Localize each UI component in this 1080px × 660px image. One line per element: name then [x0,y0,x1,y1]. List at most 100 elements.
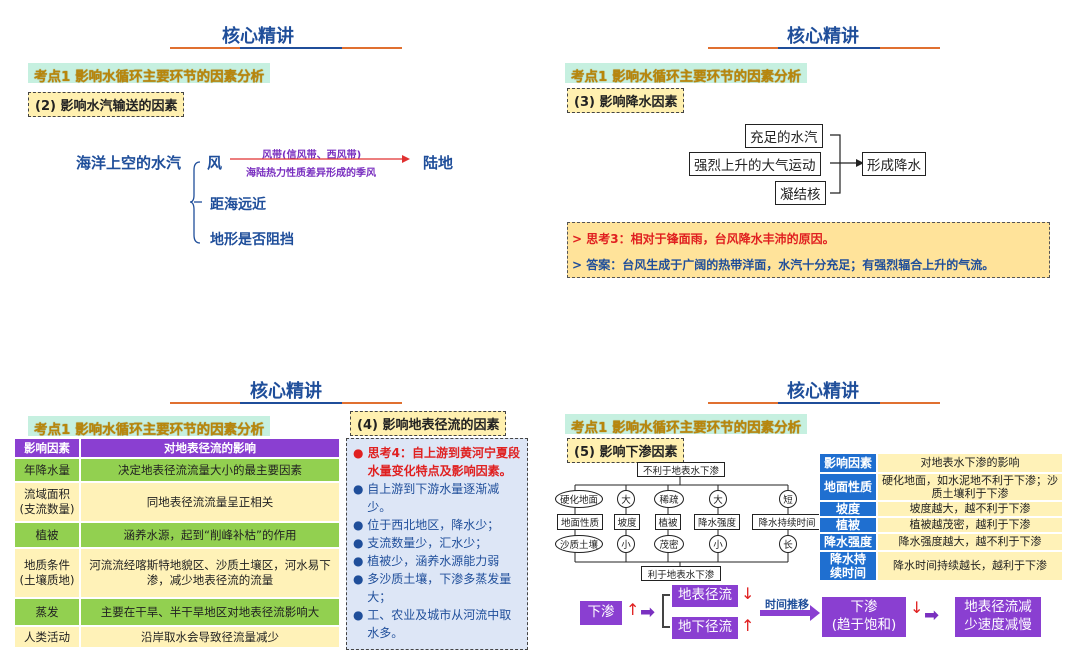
arrow-up-icon: ↑ [741,616,755,635]
table-cell: 坡度越大，越不利于下渗 [877,501,1063,517]
table-cell: 地质条件 (土壤质地) [14,548,80,598]
table-header: 对地表径流的影响 [80,438,340,458]
question-3: > 思考3：相对于锋面雨，台风降水丰沛的原因。 [572,232,835,246]
title-underline [342,47,402,49]
condition-uplift: 强烈上升的大气运动 [689,152,821,176]
node-low: 小 [709,535,727,553]
factor-node: 降水强度 [694,514,740,530]
table-cell: 坡度 [819,501,877,517]
list-item: ● 位于西北地区，降水少； [353,518,500,532]
title-underline [880,402,940,404]
table-cell: 降水强度 [819,533,877,551]
title-underline [880,47,940,49]
node-high: 稀疏 [654,490,684,508]
think-box: ● 思考4：自上游到黄河宁夏段水量变化特点及影响因素。 ● 自上游到下游水量逐渐… [346,438,528,650]
table-cell: 流域面积 (支流数量) [14,482,80,522]
flow-saturated-label: (趋于饱和) [831,617,897,633]
node-low: 小 [617,535,635,553]
node-high: 硬化地面 [555,490,603,508]
table-cell: 主要在干旱、半干旱地区对地表径流影响大 [80,598,340,626]
flow-result: 地表径流减少速度减慢 [955,597,1041,637]
list-item: ● 自上游到下游水量逐渐减少。 [353,482,500,514]
table-header: 影响因素 [14,438,80,458]
title-underline [342,402,402,404]
time-arrow [760,610,812,616]
bullet-icon: ● [353,608,368,622]
condition-water: 充足的水汽 [745,124,823,148]
bullet-icon: ● [353,572,368,586]
result-precipitation: 形成降水 [862,152,926,176]
table-cell: 植被 [819,517,877,533]
flow-infiltration: 下渗 [580,601,622,625]
monsoon-label: 海陆热力性质差异形成的季风 [246,168,376,179]
section-tag: (2) 影响水汽输送的因素 [28,92,185,117]
arrow-down-icon: ↓ [741,584,755,603]
bullet-icon: ● [353,518,368,532]
flow-infiltration-label: 下渗 [850,599,878,616]
title-underline [708,47,778,49]
table-cell: 降水时间持续越长，越利于下渗 [877,551,1063,581]
section-tag: (3) 影响降水因素 [567,88,685,113]
bullet-icon: ● [353,482,368,496]
table-cell: 降水强度越大，越不利于下渗 [877,533,1063,551]
kaodian-label: 考点1 影响水循环主要环节的因素分析 [565,414,808,436]
table-cell: 河流流经喀斯特地貌区、沙质土壤区，河水易下渗，减少地表径流的流量 [80,548,340,598]
factor-node: 植被 [655,514,681,530]
title-underline [170,402,240,404]
kaodian-label: 考点1 影响水循环主要环节的因素分析 [28,416,271,438]
flow-surface-runoff: 地表径流 [672,585,738,607]
table-cell: 人类活动 [14,626,80,648]
bullet-icon: ● [353,446,368,460]
kaodian-label: 考点1 影响水循环主要环节的因素分析 [565,63,808,85]
title-underline [240,47,342,49]
time-arrow-head [810,605,820,621]
table-cell: 决定地表径流流量大小的最主要因素 [80,458,340,482]
source-label: 海洋上空的水汽 [76,154,182,172]
table-cell: 涵养水源，起到“削峰补枯”的作用 [80,522,340,548]
node-high: 短 [779,490,797,508]
table-cell: 降水持续时间 [819,551,877,581]
arrow-right-icon: ➡ [640,602,656,623]
factor-node: 地面性质 [557,514,603,530]
table-header: 影响因素 [819,453,877,473]
factor-node: 坡度 [614,514,640,530]
list-item: ● 多沙质土壤，下渗多蒸发量大； [353,572,512,604]
bullet-icon: ● [353,554,368,568]
node-low: 沙质土壤 [555,535,603,553]
slide-title: 核心精讲 [787,381,859,402]
bullet-icon: ● [353,536,368,550]
title-underline [170,47,240,49]
flow-underground-runoff: 地下径流 [672,617,738,639]
table-header: 对地表水下渗的影响 [877,453,1063,473]
title-underline [708,402,778,404]
node-low: 长 [779,535,797,553]
table-cell: 沿岸取水会导致径流量减少 [80,626,340,648]
condition-nuclei: 凝结核 [775,181,826,205]
arrow-right-icon: ➡ [924,605,940,626]
slide-title: 核心精讲 [787,26,859,47]
factor-terrain: 地形是否阻挡 [210,232,294,248]
factor-node: 降水持续时间 [752,514,822,530]
list-item: ● 植被少，涵养水源能力弱 [353,554,500,568]
arrow-down-icon: ↓ [910,598,924,617]
node-high: 大 [709,490,727,508]
slide-title: 核心精讲 [250,381,322,402]
table-cell: 年降水量 [14,458,80,482]
bottom-label: 利于地表水下渗 [641,566,721,581]
kaodian-label: 考点1 影响水循环主要环节的因素分析 [28,63,271,85]
wind-label: 风 [207,154,223,172]
arrow-up-icon: ↑ [626,600,640,619]
condition-connector [830,134,864,194]
slide-title: 核心精讲 [222,26,294,47]
title-underline [778,402,880,404]
answer-3: > 答案：台风生成于广阔的热带洋面，水汽十分充足；有强烈辐合上升的气流。 [572,258,995,272]
dest-label: 陆地 [423,154,454,172]
node-low: 茂密 [654,535,684,553]
bullet-list: ● 自上游到下游水量逐渐减少。 ● 位于西北地区，降水少； ● 支流数量少，汇水… [353,480,521,642]
table-cell: 蒸发 [14,598,80,626]
title-underline [240,402,342,404]
table-cell: 同地表径流流量呈正相关 [80,482,340,522]
table-cell: 植被 [14,522,80,548]
table-cell: 地面性质 [819,473,877,501]
split-bracket [662,594,670,628]
